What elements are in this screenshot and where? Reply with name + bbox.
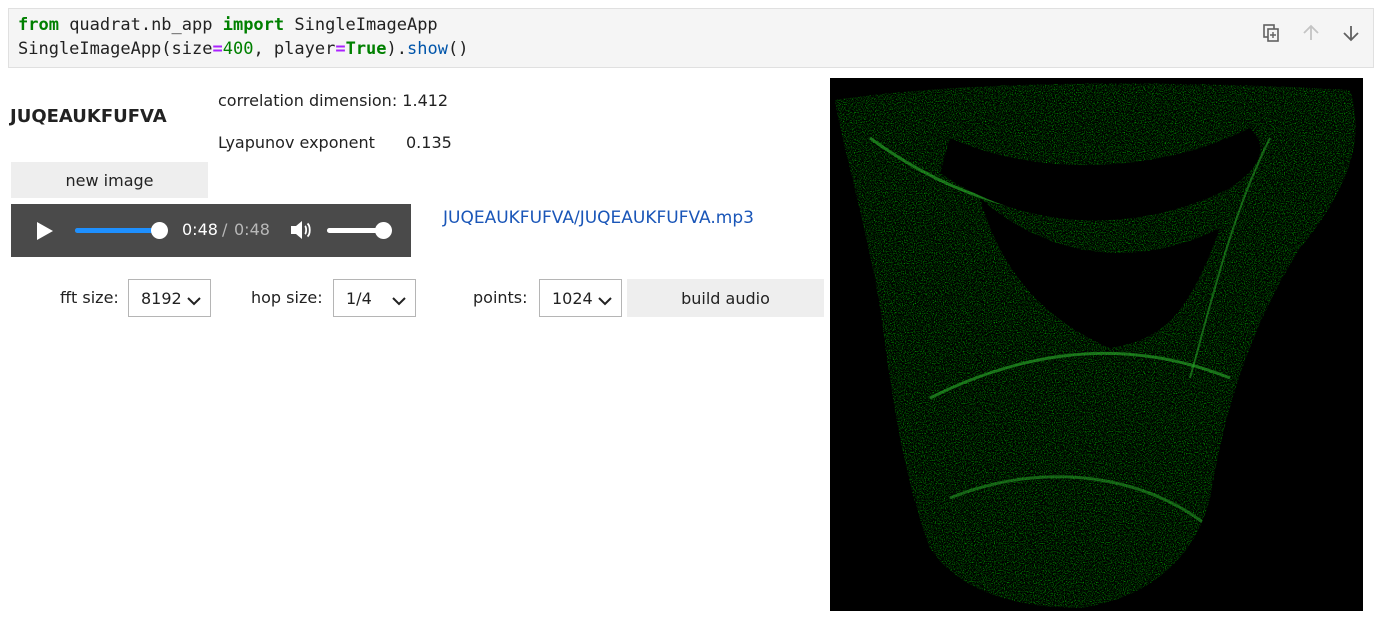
points-label: points: <box>473 288 528 307</box>
chevron-down-icon <box>598 292 612 311</box>
code-mid: , player <box>253 39 336 59</box>
image-name: JUQEAUKFUFVA <box>10 106 167 127</box>
progress-fill <box>75 228 159 233</box>
volume-icon[interactable] <box>289 219 313 245</box>
code-close: ). <box>386 39 408 59</box>
progress-slider[interactable] <box>75 222 168 239</box>
code-size-value: 400 <box>222 39 254 59</box>
code-tail: () <box>447 39 469 59</box>
import-name: SingleImageApp <box>284 15 438 35</box>
volume-slider[interactable] <box>327 222 392 239</box>
code-player-value: True <box>345 39 387 59</box>
keyword-import: import <box>222 15 285 35</box>
new-image-button[interactable]: new image <box>11 162 208 198</box>
code-method: show <box>407 39 448 59</box>
current-time: 0:48 <box>182 220 218 239</box>
arrow-up-icon[interactable] <box>1291 15 1331 51</box>
code-call: SingleImageApp(size <box>18 39 213 59</box>
code-line-1: from quadrat.nb_app import SingleImageAp… <box>18 13 438 37</box>
lyapunov-value: 0.135 <box>406 133 452 152</box>
hop-size-value: 1/4 <box>346 288 372 308</box>
time-separator: / <box>222 220 228 239</box>
build-audio-button[interactable]: build audio <box>627 279 824 317</box>
code-eq-2: = <box>335 39 346 59</box>
points-value: 1024 <box>552 288 593 308</box>
attractor-svg <box>830 78 1363 611</box>
code-cell[interactable]: from quadrat.nb_app import SingleImageAp… <box>8 8 1374 68</box>
code-eq-1: = <box>212 39 223 59</box>
cell-toolbar <box>1251 15 1371 51</box>
arrow-down-icon[interactable] <box>1331 15 1371 51</box>
progress-thumb[interactable] <box>151 222 168 239</box>
keyword-from: from <box>18 15 59 35</box>
chevron-down-icon <box>392 292 406 311</box>
chevron-down-icon <box>187 292 201 311</box>
fft-size-value: 8192 <box>141 288 182 308</box>
fft-size-label: fft size: <box>60 288 119 307</box>
audio-player: 0:48 / 0:48 <box>11 204 411 257</box>
hop-size-label: hop size: <box>251 288 323 307</box>
volume-thumb[interactable] <box>375 222 392 239</box>
hop-size-select[interactable]: 1/4 <box>333 279 416 317</box>
fft-size-select[interactable]: 8192 <box>128 279 211 317</box>
points-select[interactable]: 1024 <box>539 279 622 317</box>
play-icon[interactable] <box>36 221 54 245</box>
audio-file-link[interactable]: JUQEAUKFUFVA/JUQEAUKFUFVA.mp3 <box>443 208 754 228</box>
total-time: 0:48 <box>234 220 270 239</box>
attractor-image <box>830 78 1363 611</box>
module-name: quadrat.nb_app <box>58 15 223 35</box>
code-line-2: SingleImageApp(size=400, player=True).sh… <box>18 37 468 61</box>
copy-icon[interactable] <box>1251 15 1291 51</box>
lyapunov-label: Lyapunov exponent <box>218 133 375 152</box>
correlation-dimension: correlation dimension: 1.412 <box>218 91 449 110</box>
